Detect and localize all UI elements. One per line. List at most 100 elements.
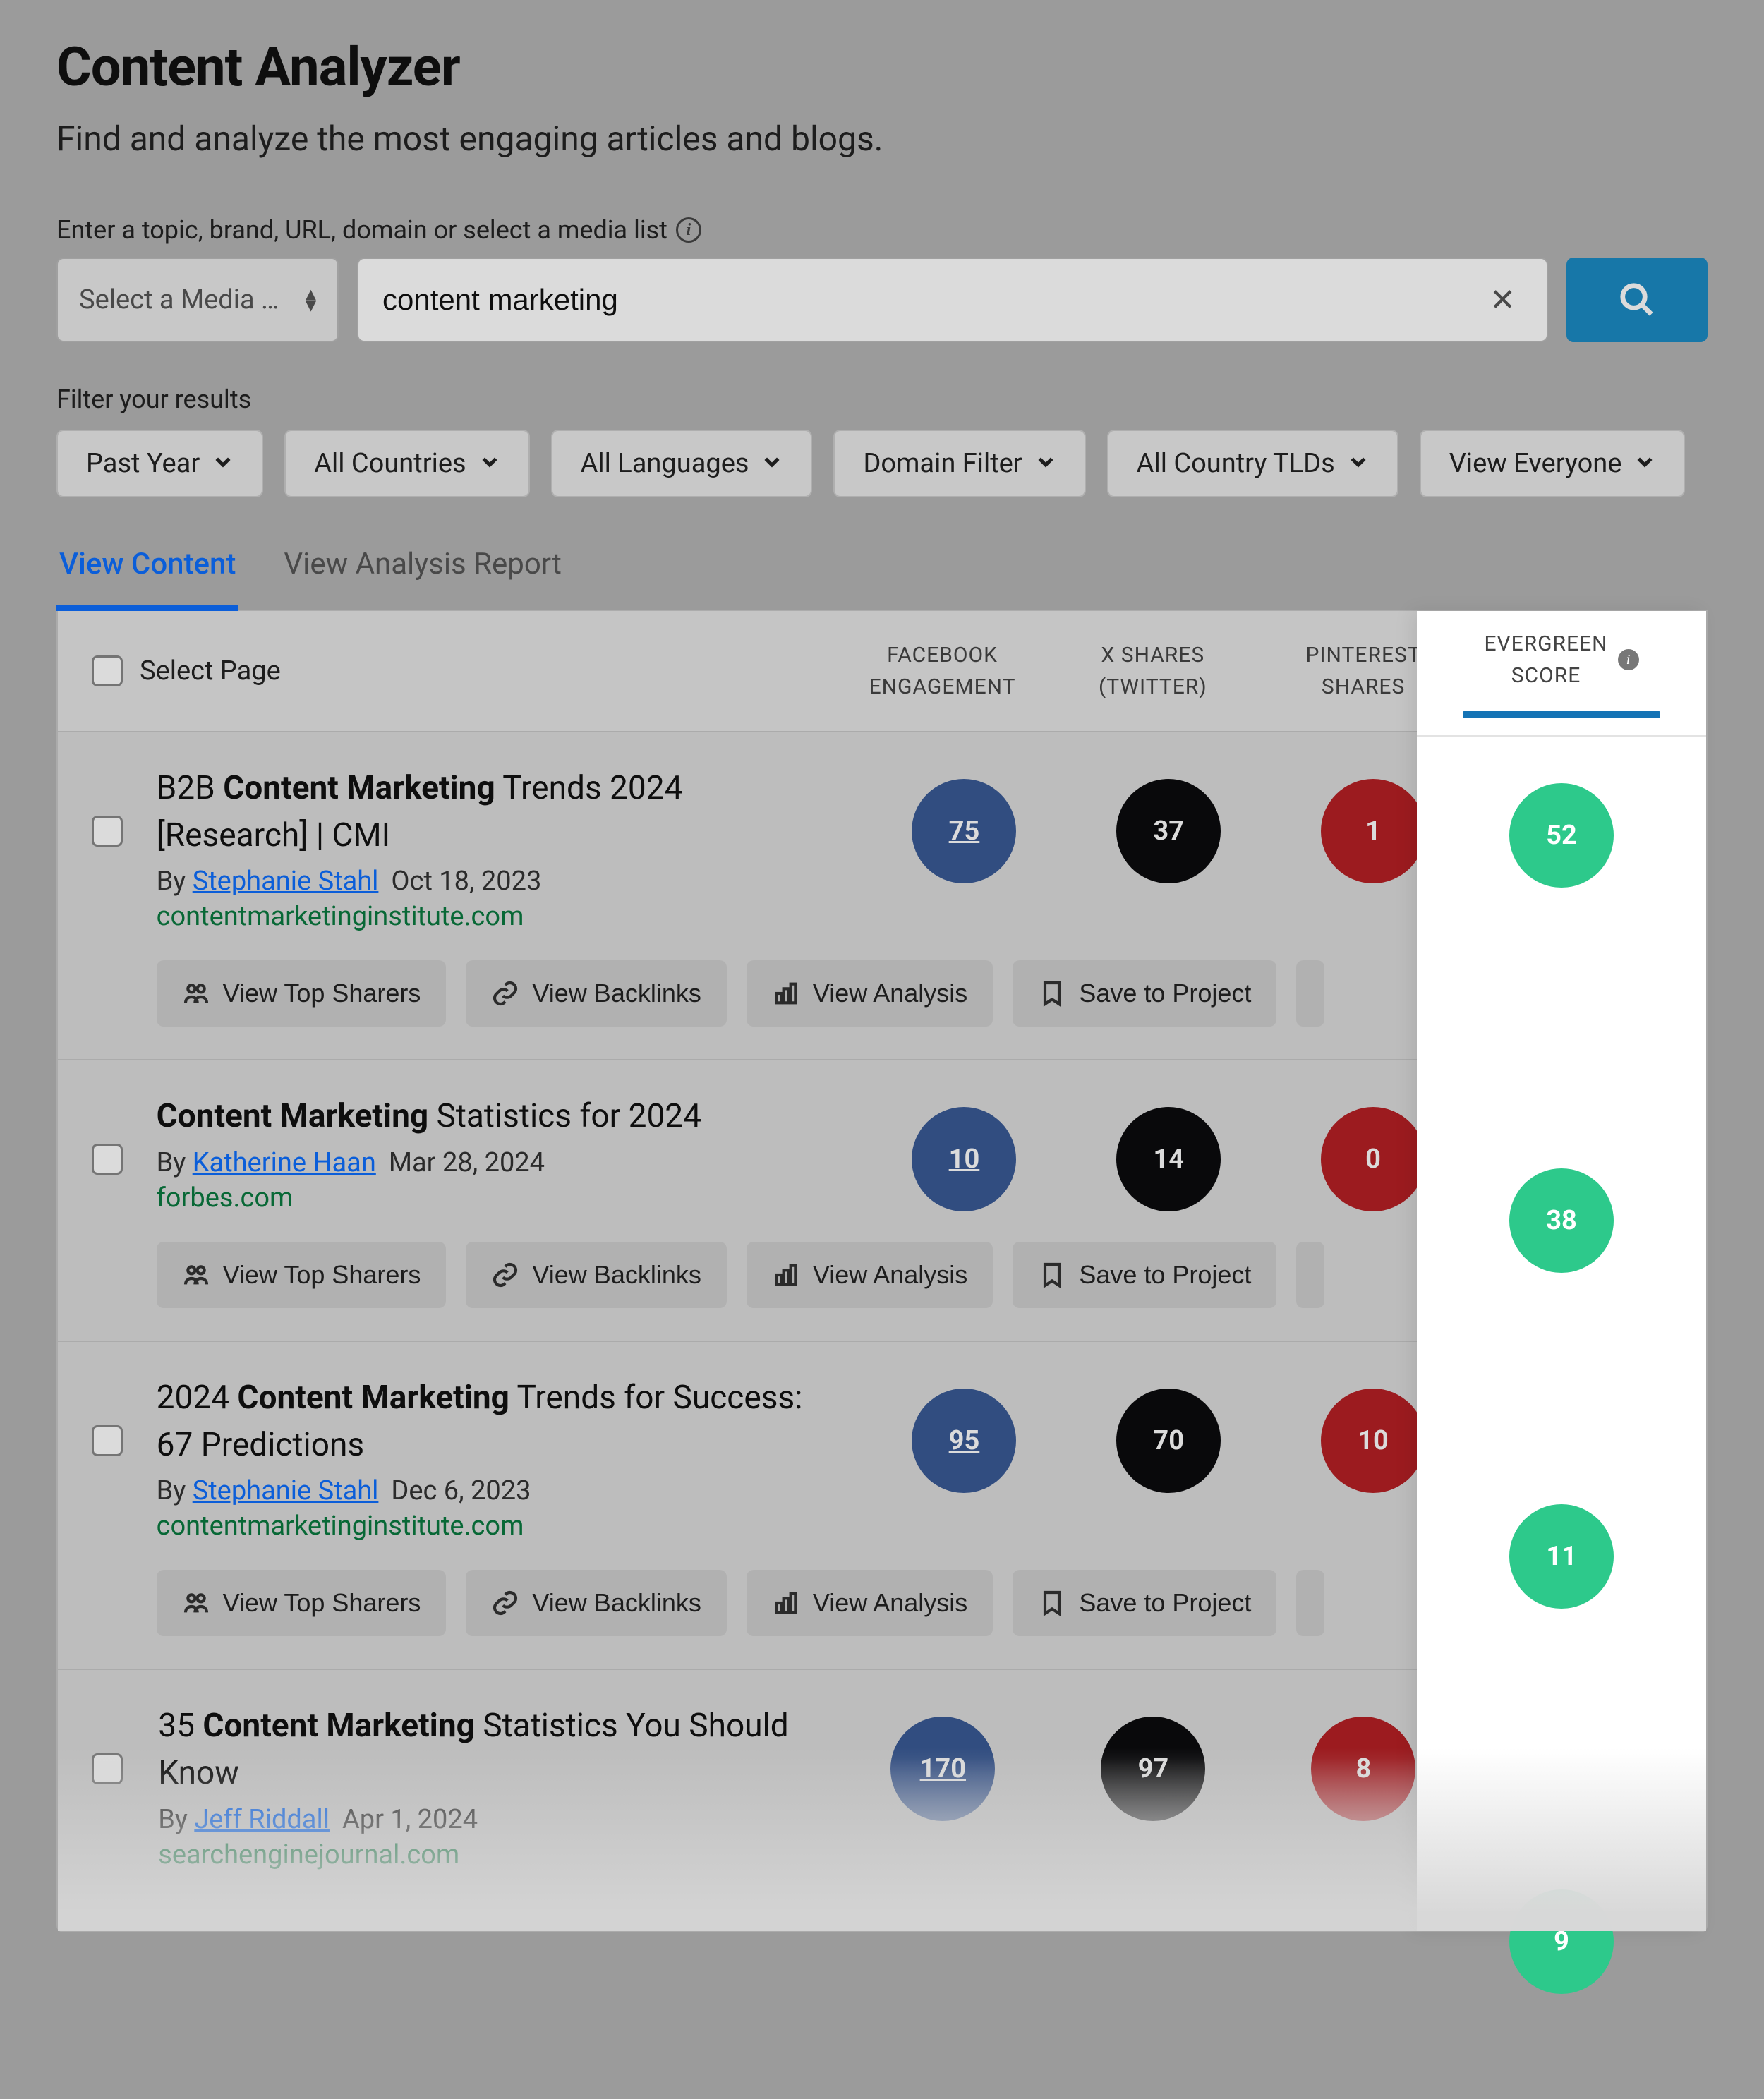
pinterest-metric[interactable]: 1: [1321, 779, 1425, 883]
result-date: Dec 6, 2023: [391, 1475, 531, 1506]
view-backlinks-button[interactable]: View Backlinks: [466, 960, 726, 1027]
view-backlinks-button[interactable]: View Backlinks: [466, 1242, 726, 1308]
view-top-sharers-button[interactable]: View Top Sharers: [157, 1570, 447, 1636]
chevron-down-icon: [1035, 448, 1056, 479]
page-title: Content Analyzer: [56, 35, 1708, 99]
filter-tlds[interactable]: All Country TLDs: [1107, 430, 1398, 497]
filter-countries[interactable]: All Countries: [284, 430, 529, 497]
filter-label-text: View Everyone: [1449, 448, 1622, 479]
filter-label-text: All Country TLDs: [1137, 448, 1335, 479]
author-link[interactable]: Katherine Haan: [193, 1147, 376, 1178]
filter-label-text: Past Year: [86, 448, 200, 479]
author-link[interactable]: Stephanie Stahl: [193, 866, 379, 897]
link-icon: [491, 1589, 519, 1617]
pinterest-metric[interactable]: 0: [1321, 1107, 1425, 1211]
view-analysis-button[interactable]: View Analysis: [747, 960, 993, 1027]
info-icon[interactable]: i: [676, 217, 701, 243]
chevron-down-icon: [212, 448, 234, 479]
chevron-down-icon: [761, 448, 783, 479]
facebook-metric[interactable]: 170: [890, 1717, 995, 1821]
media-list-select[interactable]: Select a Media … ▴▾: [56, 258, 339, 342]
chevron-down-icon: [1348, 448, 1369, 479]
col-x[interactable]: X SHARES(TWITTER): [1048, 639, 1258, 703]
row-checkbox[interactable]: [92, 816, 123, 847]
search-input-wrap: ✕: [357, 258, 1548, 342]
result-date: Mar 28, 2024: [389, 1147, 545, 1178]
people-icon: [182, 979, 210, 1008]
page-subtitle: Find and analyze the most engaging artic…: [56, 119, 1708, 159]
evergreen-metric[interactable]: 52: [1509, 783, 1614, 888]
filter-label-text: Domain Filter: [863, 448, 1022, 479]
pinterest-metric[interactable]: 8: [1311, 1717, 1415, 1821]
result-title[interactable]: 2024 Content Marketing Trends for Succes…: [157, 1374, 834, 1468]
filter-domain[interactable]: Domain Filter: [833, 430, 1085, 497]
search-label: Enter a topic, brand, URL, domain or sel…: [56, 215, 1708, 245]
result-date: Oct 18, 2023: [391, 866, 541, 897]
people-icon: [182, 1261, 210, 1289]
search-button[interactable]: [1566, 258, 1708, 342]
media-select-placeholder: Select a Media …: [79, 284, 279, 315]
result-title[interactable]: 35 Content Marketing Statistics You Shou…: [158, 1702, 809, 1796]
sort-updown-icon: ▴▾: [306, 289, 316, 312]
x-metric[interactable]: 97: [1101, 1717, 1205, 1821]
filter-languages[interactable]: All Languages: [551, 430, 813, 497]
result-domain[interactable]: contentmarketinginstitute.com: [157, 1511, 834, 1542]
view-top-sharers-button[interactable]: View Top Sharers: [157, 960, 447, 1027]
view-analysis-button[interactable]: View Analysis: [747, 1242, 993, 1308]
result-domain[interactable]: searchenginejournal.com: [158, 1839, 809, 1870]
filter-label-text: All Countries: [314, 448, 466, 479]
save-to-project-button[interactable]: Save to Project: [1013, 1570, 1276, 1636]
view-analysis-button[interactable]: View Analysis: [747, 1570, 993, 1636]
col-facebook[interactable]: FACEBOOKENGAGEMENT: [837, 639, 1047, 703]
result-byline: By Katherine HaanMar 28, 2024: [157, 1147, 834, 1178]
facebook-metric[interactable]: 95: [912, 1389, 1016, 1493]
link-icon: [491, 979, 519, 1008]
people-icon: [182, 1589, 210, 1617]
evergreen-metric[interactable]: 9: [1509, 1889, 1614, 1994]
save-to-project-button[interactable]: Save to Project: [1013, 960, 1276, 1027]
author-link[interactable]: Stephanie Stahl: [193, 1475, 379, 1506]
result-title[interactable]: Content Marketing Statistics for 2024: [157, 1093, 834, 1140]
result-domain[interactable]: forbes.com: [157, 1182, 834, 1214]
result-date: Apr 1, 2024: [342, 1804, 478, 1835]
view-backlinks-button[interactable]: View Backlinks: [466, 1570, 726, 1636]
filter-past-year[interactable]: Past Year: [56, 430, 263, 497]
pinterest-metric[interactable]: 10: [1321, 1389, 1425, 1493]
bookmark-icon: [1038, 979, 1066, 1008]
x-metric[interactable]: 37: [1116, 779, 1221, 883]
results-panel: Select Page FACEBOOKENGAGEMENT X SHARES(…: [56, 611, 1708, 1932]
row-checkbox[interactable]: [92, 1425, 123, 1456]
result-title[interactable]: B2B Content Marketing Trends 2024 [Resea…: [157, 765, 834, 859]
search-input[interactable]: [382, 283, 1482, 317]
filter-everyone[interactable]: View Everyone: [1420, 430, 1686, 497]
x-metric[interactable]: 14: [1116, 1107, 1221, 1211]
evergreen-metric[interactable]: 11: [1509, 1504, 1614, 1609]
row-checkbox[interactable]: [92, 1753, 123, 1784]
chart-icon: [772, 979, 800, 1008]
search-label-text: Enter a topic, brand, URL, domain or sel…: [56, 215, 667, 245]
chevron-down-icon: [1634, 448, 1655, 479]
more-button[interactable]: [1296, 1570, 1324, 1636]
tab-view-analysis[interactable]: View Analysis Report: [281, 547, 564, 610]
bookmark-icon: [1038, 1589, 1066, 1617]
author-link[interactable]: Jeff Riddall: [194, 1804, 330, 1835]
evergreen-highlight-column: EVERGREENSCORE i 52 38 11 9: [1417, 611, 1706, 1931]
view-top-sharers-button[interactable]: View Top Sharers: [157, 1242, 447, 1308]
evergreen-metric[interactable]: 38: [1509, 1168, 1614, 1273]
bookmark-icon: [1038, 1261, 1066, 1289]
col-evergreen-label[interactable]: EVERGREENSCORE: [1484, 628, 1607, 691]
result-domain[interactable]: contentmarketinginstitute.com: [157, 901, 834, 932]
select-page-label: Select Page: [140, 655, 281, 686]
save-to-project-button[interactable]: Save to Project: [1013, 1242, 1276, 1308]
info-icon[interactable]: i: [1618, 649, 1639, 670]
clear-icon[interactable]: ✕: [1482, 282, 1523, 318]
select-all-checkbox[interactable]: [92, 655, 123, 686]
tab-view-content[interactable]: View Content: [56, 547, 238, 611]
chart-icon: [772, 1261, 800, 1289]
facebook-metric[interactable]: 75: [912, 779, 1016, 883]
x-metric[interactable]: 70: [1116, 1389, 1221, 1493]
more-button[interactable]: [1296, 1242, 1324, 1308]
facebook-metric[interactable]: 10: [912, 1107, 1016, 1211]
row-checkbox[interactable]: [92, 1144, 123, 1175]
more-button[interactable]: [1296, 960, 1324, 1027]
